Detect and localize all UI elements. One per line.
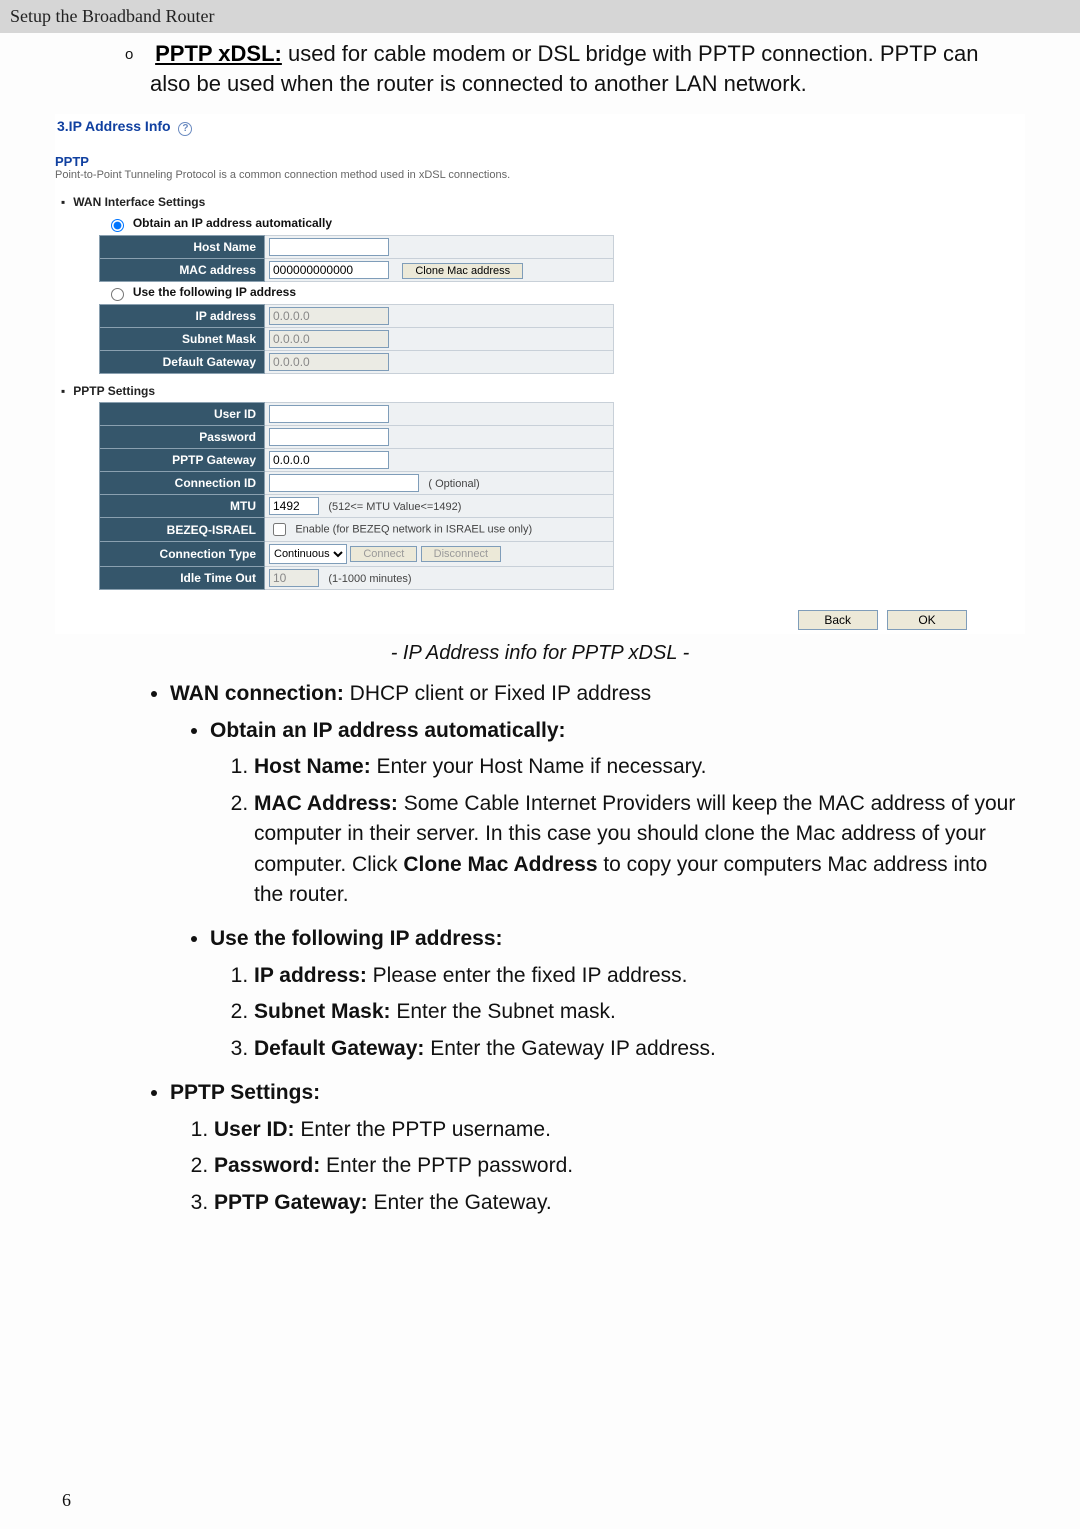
auto-item-1-text: Enter your Host Name if necessary. [371,755,707,778]
pptp-settings-doc-title: PPTP Settings: [170,1081,320,1104]
connect-button[interactable]: Connect [350,546,417,562]
label-password: Password [100,426,265,449]
clone-mac-button[interactable]: Clone Mac address [402,263,523,279]
connection-id-hint: ( Optional) [428,478,479,490]
documentation-list: WAN connection: DHCP client or Fixed IP … [130,679,1020,1218]
static-item-3-label: Default Gateway: [254,1037,424,1060]
label-idle-timeout: Idle Time Out [100,567,265,590]
list-marker-circle: o [125,45,139,65]
static-item-1-text: Please enter the fixed IP address. [367,964,688,987]
static-item-1-label: IP address: [254,964,367,987]
label-connection-id: Connection ID [100,472,265,495]
auto-item-1-label: Host Name: [254,755,371,778]
label-subnet: Subnet Mask [100,328,265,351]
wan-connection-label: WAN connection: [170,682,344,705]
host-name-input[interactable] [269,238,389,256]
mtu-hint: (512<= MTU Value<=1492) [328,501,461,513]
intro-paragraph: o PPTP xDSL: used for cable modem or DSL… [0,33,1080,108]
static-item-2-text: Enter the Subnet mask. [391,1000,616,1023]
user-id-input[interactable] [269,405,389,423]
radio-use-static-label: Use the following IP address [133,286,296,300]
pptp-settings-table: User ID Password PPTP Gateway [99,402,614,590]
pptp-gateway-input[interactable] [269,451,389,469]
auto-item-2: MAC Address: Some Cable Internet Provide… [254,789,1020,911]
router-settings-panel: 3.IP Address Info ? PPTP Point-to-Point … [55,114,1025,634]
mac-input[interactable] [269,261,389,279]
static-item-2-label: Subnet Mask: [254,1000,391,1023]
connection-id-input[interactable] [269,474,419,492]
page: Setup the Broadband Router o PPTP xDSL: … [0,0,1080,1529]
static-item-1: IP address: Please enter the fixed IP ad… [254,961,1020,991]
wan-interface-title: WAN Interface Settings [79,195,1025,209]
label-connection-type: Connection Type [100,542,265,567]
help-icon[interactable]: ? [178,122,192,136]
static-item-3: Default Gateway: Enter the Gateway IP ad… [254,1034,1020,1064]
disconnect-button[interactable]: Disconnect [421,546,501,562]
obtain-auto-item: Obtain an IP address automatically: Host… [210,716,1020,911]
label-gateway: Default Gateway [100,351,265,374]
header-bar: Setup the Broadband Router [0,0,1080,33]
use-static-title: Use the following IP address: [210,927,503,950]
pptp-item-1-label: User ID: [214,1118,295,1141]
label-bezeq: BEZEQ-ISRAEL [100,518,265,542]
pptp-item-1-text: Enter the PPTP username. [295,1118,551,1141]
wan-connection-item: WAN connection: DHCP client or Fixed IP … [170,679,1020,1064]
section-title-text: 3.IP Address Info [57,118,171,134]
back-button[interactable]: Back [798,610,878,630]
radio-use-static[interactable] [111,288,124,301]
pptp-settings-item: PPTP Settings: User ID: Enter the PPTP u… [170,1078,1020,1218]
bezeq-checkbox[interactable] [273,523,286,536]
pptp-settings-group: PPTP Settings User ID Password PPTP Gate… [79,384,1025,590]
label-mtu: MTU [100,495,265,518]
use-static-item: Use the following IP address: IP address… [210,924,1020,1064]
password-input[interactable] [269,428,389,446]
page-number: 6 [62,1490,71,1511]
pptp-settings-title: PPTP Settings [79,384,1025,398]
pptp-item-3-text: Enter the Gateway. [368,1191,552,1214]
static-item-2: Subnet Mask: Enter the Subnet mask. [254,997,1020,1027]
label-user-id: User ID [100,403,265,426]
label-mac: MAC address [100,259,265,282]
mtu-input[interactable] [269,497,319,515]
label-pptp-gateway: PPTP Gateway [100,449,265,472]
wan-interface-group: WAN Interface Settings Obtain an IP addr… [79,195,1025,374]
gateway-input[interactable] [269,353,389,371]
radio-obtain-auto-label: Obtain an IP address automatically [133,217,332,231]
pptp-item-2-label: Password: [214,1154,320,1177]
pptp-item-2: Password: Enter the PPTP password. [214,1151,1020,1181]
pptp-description: Point-to-Point Tunneling Protocol is a c… [55,169,1025,181]
pptp-item-1: User ID: Enter the PPTP username. [214,1115,1020,1145]
bezeq-hint: Enable (for BEZEQ network in ISRAEL use … [295,524,532,536]
radio-obtain-auto[interactable] [111,219,124,232]
wan-settings-table: Obtain an IP address automatically Host … [99,213,614,374]
idle-timeout-hint: (1-1000 minutes) [328,573,411,585]
pptp-item-3-label: PPTP Gateway: [214,1191,368,1214]
auto-item-1: Host Name: Enter your Host Name if neces… [254,752,1020,782]
section-title: 3.IP Address Info ? [55,114,1025,140]
pptp-xdsl-link[interactable]: PPTP xDSL: [155,41,282,66]
pptp-heading: PPTP [55,154,1025,169]
ok-button[interactable]: OK [887,610,967,630]
label-ip: IP address [100,305,265,328]
ip-input[interactable] [269,307,389,325]
subnet-input[interactable] [269,330,389,348]
connection-type-select[interactable]: Continuous [269,544,347,564]
label-host-name: Host Name [100,236,265,259]
pptp-item-2-text: Enter the PPTP password. [320,1154,573,1177]
auto-item-2-label: MAC Address: [254,792,398,815]
pptp-item-3: PPTP Gateway: Enter the Gateway. [214,1188,1020,1218]
figure-caption: - IP Address info for PPTP xDSL - [0,642,1080,665]
obtain-auto-title: Obtain an IP address automatically: [210,719,566,742]
wan-connection-text: DHCP client or Fixed IP address [344,682,651,705]
idle-timeout-input[interactable] [269,569,319,587]
bottom-button-row: Back OK [55,600,1025,634]
auto-item-2-bold: Clone Mac Address [403,853,597,876]
static-item-3-text: Enter the Gateway IP address. [424,1037,715,1060]
